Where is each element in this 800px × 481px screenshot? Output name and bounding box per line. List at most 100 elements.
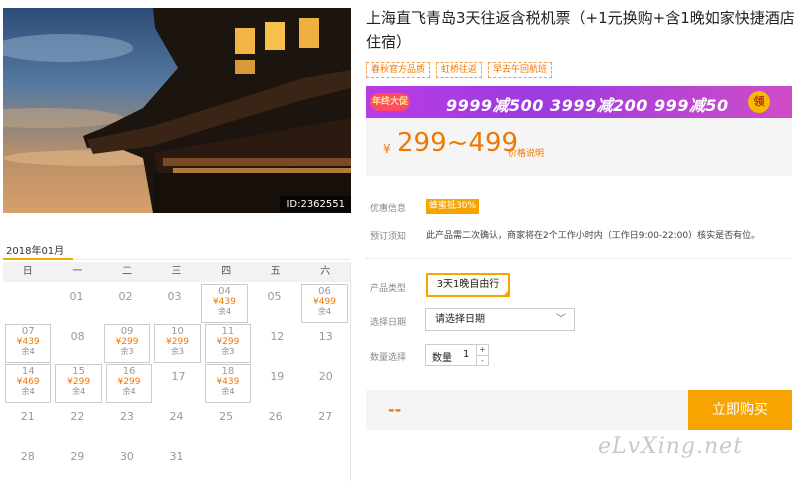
calendar-day: 01 <box>54 284 99 323</box>
calendar-day-remaining: 余3 <box>120 347 134 356</box>
calendar-day-number: 26 <box>268 410 283 423</box>
calendar-day-price: ¥299 <box>67 377 91 387</box>
calendar-day: 03 <box>152 284 197 323</box>
calendar-week-row: 14 ¥469 余4 15 ¥299 余4 16 ¥299 余4 17 18 ¥439 余4 19 20 <box>3 364 350 403</box>
product-type-value: 3天1晚自由行 <box>436 279 500 290</box>
calendar-day-available[interactable]: 16 ¥299 余4 <box>105 364 153 403</box>
calendar-day: 24 <box>154 404 200 443</box>
booking-notice-label: 预订须知 <box>370 232 407 242</box>
calendar-day-available[interactable]: 18 ¥439 余4 <box>204 364 252 403</box>
month-tab-indicator <box>3 258 73 260</box>
calendar-day-number: 15 <box>72 366 85 377</box>
price-explanation-link[interactable]: 价格说明 <box>508 146 544 159</box>
date-select-dropdown[interactable]: 请选择日期 ﹀ <box>425 308 575 331</box>
calendar-day-price: ¥439 <box>213 297 236 307</box>
calendar-day-available[interactable]: 04 ¥439 余4 <box>201 284 248 323</box>
calendar-day-price: ¥299 <box>166 337 189 347</box>
section-divider <box>366 258 792 259</box>
calendar-day-available[interactable]: 07 ¥439 余4 <box>5 324 52 363</box>
discount-badge: 蜂蜜抵30% <box>426 199 480 214</box>
calendar-day-number: 03 <box>167 290 182 303</box>
quantity-stepper-buttons: + - <box>476 345 488 365</box>
product-photo: ID:2362551 <box>3 8 351 213</box>
calendar-day-available[interactable]: 11 ¥299 余3 <box>204 324 252 363</box>
price-range: 299~499 <box>397 128 519 158</box>
calendar-week-row: 01 02 03 04 ¥439 余4 05 06 ¥499 余4 <box>3 284 350 323</box>
calendar-right-border <box>350 262 351 481</box>
promo-text: 9999减500 3999减200 999减50 <box>446 96 729 115</box>
calendar-day: 19 <box>255 364 299 403</box>
calendar-week-row: 07 ¥439 余4 08 09 ¥299 余3 10 ¥299 余3 11 ¥299 余3 12 13 <box>3 324 350 363</box>
calendar-day-number: 24 <box>169 410 184 423</box>
calendar-day-available[interactable]: 14 ¥469 余4 <box>5 364 52 403</box>
calendar-day-remaining: 余4 <box>21 387 35 396</box>
calendar-day-number: 20 <box>318 370 333 383</box>
calendar-week-row: 21 22 23 24 25 26 27 <box>3 404 350 443</box>
calendar-day: 05 <box>252 284 297 323</box>
calendar-day-number: 19 <box>270 370 285 383</box>
quantity-increase-button[interactable]: + <box>477 345 488 355</box>
calendar-day: 20 <box>304 364 348 403</box>
calendar-weekday-header: 日 一 二 三 四 五 六 <box>3 262 350 282</box>
product-type-option[interactable]: 3天1晚自由行 ✓ <box>426 273 510 297</box>
calendar-day-remaining: 余3 <box>221 347 235 356</box>
calendar-day-available[interactable]: 10 ¥299 余3 <box>154 324 201 363</box>
photo-id-label: ID:2362551 <box>280 196 351 213</box>
calendar-day: 31 <box>154 444 200 481</box>
calendar-day-price: ¥499 <box>313 297 336 307</box>
calendar-day-available[interactable]: 06 ¥499 余4 <box>301 284 348 323</box>
product-title: 上海直飞青岛3天往返含税机票（+1元换购+含1晚如家快捷酒店住宿） <box>366 9 795 51</box>
calendar-day: 26 <box>253 404 299 443</box>
buy-now-button[interactable]: 立即购买 <box>688 390 792 430</box>
calendar-day-available[interactable]: 15 ¥299 余4 <box>55 364 102 403</box>
calendar-day: 21 <box>5 404 51 443</box>
calendar-week-row: 28 29 30 31 <box>3 444 350 481</box>
calendar-day-number: 22 <box>70 410 85 423</box>
calendar-day-number: 25 <box>219 410 234 423</box>
calendar-day-number: 08 <box>70 330 85 343</box>
calendar-day-number: 06 <box>318 286 331 297</box>
booking-notice-text: 此产品需二次确认，商家将在2个工作小时内（工作日9:00-22:00）核实是否有… <box>426 231 761 241</box>
calendar-day: 12 <box>255 324 299 363</box>
calendar-month-tab[interactable]: 2018年01月 <box>6 242 64 257</box>
calendar-day-number: 27 <box>318 410 333 423</box>
quantity-value[interactable]: 1 <box>463 349 469 360</box>
calendar-day: 13 <box>304 324 348 363</box>
calendar-day-remaining: 余4 <box>122 387 136 396</box>
calendar-day: 25 <box>203 404 249 443</box>
calendar-day-number: 11 <box>221 326 235 337</box>
product-type-label: 产品类型 <box>370 284 407 294</box>
product-tag: 虹桥往返 <box>436 62 483 78</box>
price-box: ¥ 299~499 价格说明 <box>366 118 792 176</box>
date-select-value: 请选择日期 <box>435 314 485 325</box>
quantity-inner-label: 数量 <box>432 353 452 364</box>
quantity-label: 数量选择 <box>370 353 407 363</box>
calendar-day-number: 12 <box>270 330 285 343</box>
chevron-down-icon: ﹀ <box>556 314 566 325</box>
calendar-day-number: 04 <box>218 286 231 297</box>
calendar-day: 23 <box>104 404 150 443</box>
calendar-day <box>203 444 249 481</box>
calendar-day-remaining: 余4 <box>217 307 232 316</box>
calendar-day-number: 14 <box>21 366 35 377</box>
promo-badge: 年终大促 <box>370 93 410 111</box>
calendar-day-number: 31 <box>169 450 184 463</box>
calendar-day-remaining: 余4 <box>21 347 35 356</box>
calendar-day-number: 29 <box>70 450 85 463</box>
calendar-day-remaining: 余4 <box>221 387 235 396</box>
weekday-label: 六 <box>320 266 331 277</box>
coupon-coin-icon[interactable]: 领 <box>748 91 770 113</box>
calendar-day-number: 05 <box>267 290 282 303</box>
calendar-day-number: 09 <box>120 326 134 337</box>
quantity-decrease-button[interactable]: - <box>477 355 488 365</box>
total-price: -- <box>388 400 402 419</box>
calendar-day: 28 <box>5 444 51 481</box>
calendar-day-price: ¥469 <box>16 377 40 387</box>
quantity-stepper[interactable]: 数量 1 + - <box>425 344 489 366</box>
date-label: 选择日期 <box>370 318 407 328</box>
calendar-day-number: 17 <box>171 370 186 383</box>
promo-banner[interactable]: 年终大促 9999减500 3999减200 999减50 领 <box>366 86 792 118</box>
calendar-day: 30 <box>104 444 150 481</box>
calendar-day-available[interactable]: 09 ¥299 余3 <box>103 324 151 363</box>
calendar-day-number: 23 <box>119 410 134 423</box>
